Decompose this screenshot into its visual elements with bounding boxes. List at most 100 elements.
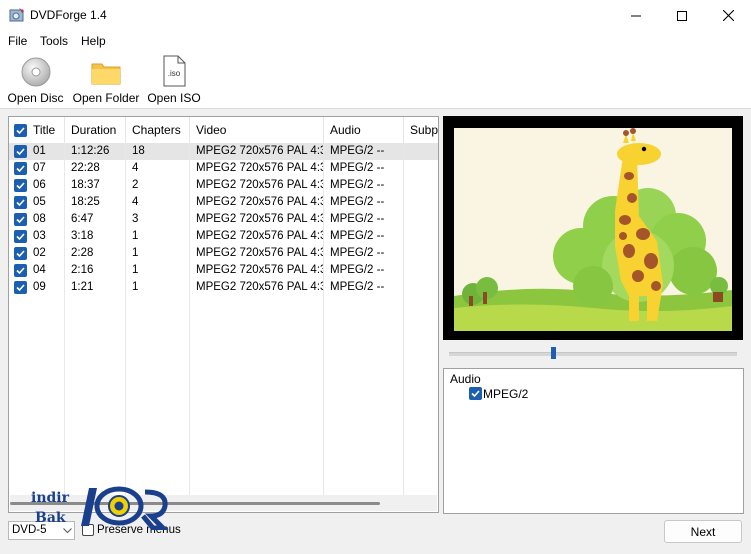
cell-duration: 3:18 — [71, 230, 94, 242]
cell-duration: 1:21 — [71, 281, 94, 293]
column-header-video[interactable]: Video — [190, 117, 324, 143]
row-checkbox[interactable] — [14, 281, 27, 294]
folder-icon — [91, 63, 121, 85]
seek-slider-track[interactable] — [449, 352, 737, 356]
column-separator — [64, 143, 65, 495]
menu-file[interactable]: File — [8, 34, 27, 48]
cell-chapters: 1 — [132, 281, 139, 293]
column-separator — [189, 143, 190, 495]
table-row[interactable]: 01 1:12:26 18 MPEG2 720x576 PAL 4:3 MPEG/2 -… — [9, 143, 438, 160]
cell-audio: MPEG/2 -- — [330, 213, 385, 225]
cell-chapters: 1 — [132, 230, 139, 242]
video-preview — [443, 116, 743, 340]
cell-duration: 2:16 — [71, 264, 94, 276]
cell-duration: 6:47 — [71, 213, 94, 225]
row-checkbox[interactable] — [14, 213, 27, 226]
cell-audio: MPEG/2 -- — [330, 264, 385, 276]
open-iso-button[interactable]: .iso Open ISO — [147, 51, 201, 108]
row-checkbox[interactable] — [14, 196, 27, 209]
column-separator — [323, 143, 324, 495]
menu-help[interactable]: Help — [81, 34, 106, 48]
disc-icon — [21, 57, 50, 87]
cell-title: 04 — [33, 264, 46, 276]
open-disc-label: Open Disc — [7, 91, 64, 105]
next-button-label: Next — [690, 524, 716, 539]
cell-chapters: 4 — [132, 162, 139, 174]
cell-audio: MPEG/2 -- — [330, 196, 385, 208]
cell-audio: MPEG/2 -- — [330, 281, 385, 293]
cell-chapters: 4 — [132, 196, 139, 208]
eye-logo-icon — [81, 486, 169, 530]
title-bar: DVDForge 1.4 — [0, 0, 751, 31]
row-checkbox[interactable] — [14, 162, 27, 175]
cell-duration: 2:28 — [71, 247, 94, 259]
cell-title: 05 — [33, 196, 46, 208]
audio-tracks-panel: Audio MPEG/2 — [443, 368, 744, 514]
maximize-button[interactable] — [659, 0, 705, 31]
audio-track-label[interactable]: MPEG/2 — [483, 387, 528, 401]
column-header-duration[interactable]: Duration — [65, 117, 126, 143]
iso-file-icon: .iso — [163, 55, 186, 87]
cell-video: MPEG2 720x576 PAL 4:3 — [196, 162, 324, 174]
svg-text:.iso: .iso — [168, 69, 181, 78]
cell-audio: MPEG/2 -- — [330, 179, 385, 191]
cell-audio: MPEG/2 -- — [330, 162, 385, 174]
column-header-chapters[interactable]: Chapters — [126, 117, 190, 143]
row-checkbox[interactable] — [14, 145, 27, 158]
cell-title: 08 — [33, 213, 46, 225]
seek-slider-thumb[interactable] — [550, 347, 556, 359]
cell-title: 01 — [33, 145, 46, 157]
row-checkbox[interactable] — [14, 179, 27, 192]
select-all-checkbox[interactable] — [14, 124, 27, 137]
open-folder-label: Open Folder — [72, 91, 140, 105]
cell-chapters: 2 — [132, 179, 139, 191]
giraffe-cartoon-frame — [454, 128, 732, 331]
cell-chapters: 18 — [132, 145, 145, 157]
table-row[interactable]: 09 1:21 1 MPEG2 720x576 PAL 4:3 MPEG/2 -- — [9, 279, 438, 296]
table-row[interactable]: 07 22:28 4 MPEG2 720x576 PAL 4:3 MPEG/2 -- — [9, 160, 438, 177]
row-checkbox[interactable] — [14, 247, 27, 260]
cell-duration: 1:12:26 — [71, 145, 110, 157]
column-header-audio[interactable]: Audio — [324, 117, 404, 143]
cell-audio: MPEG/2 -- — [330, 230, 385, 242]
table-row[interactable]: 04 2:16 1 MPEG2 720x576 PAL 4:3 MPEG/2 -- — [9, 262, 438, 279]
watermark-logo: indir Bak — [25, 484, 175, 530]
row-checkbox[interactable] — [14, 230, 27, 243]
cell-video: MPEG2 720x576 PAL 4:3 — [196, 281, 324, 293]
table-row[interactable]: 05 18:25 4 MPEG2 720x576 PAL 4:3 MPEG/2 -- — [9, 194, 438, 211]
cell-video: MPEG2 720x576 PAL 4:3 — [196, 247, 324, 259]
audio-heading: Audio — [450, 372, 481, 386]
table-row[interactable]: 02 2:28 1 MPEG2 720x576 PAL 4:3 MPEG/2 -- — [9, 245, 438, 262]
cell-chapters: 3 — [132, 213, 139, 225]
watermark-text-line2: Bak — [35, 510, 66, 526]
open-disc-button[interactable]: Open Disc — [7, 51, 64, 108]
cell-duration: 18:25 — [71, 196, 100, 208]
column-header-subpicture[interactable]: Subpi — [404, 117, 438, 143]
table-header: Title Duration Chapters Video Audio Subp… — [9, 117, 438, 143]
audio-track-checkbox[interactable] — [469, 387, 482, 400]
watermark-text-line1: indir — [31, 490, 69, 506]
next-button[interactable]: Next — [664, 520, 742, 543]
menu-bar: File Tools Help — [0, 31, 751, 51]
column-header-title[interactable]: Title — [27, 117, 65, 143]
cell-chapters: 1 — [132, 247, 139, 259]
open-folder-button[interactable]: Open Folder — [73, 51, 139, 108]
table-row[interactable]: 03 3:18 1 MPEG2 720x576 PAL 4:3 MPEG/2 -- — [9, 228, 438, 245]
cell-title: 06 — [33, 179, 46, 191]
table-row[interactable]: 08 6:47 3 MPEG2 720x576 PAL 4:3 MPEG/2 -- — [9, 211, 438, 228]
cell-duration: 18:37 — [71, 179, 100, 191]
close-button[interactable] — [705, 0, 751, 31]
cell-audio: MPEG/2 -- — [330, 247, 385, 259]
minimize-button[interactable] — [613, 0, 659, 31]
window-title: DVDForge 1.4 — [30, 8, 107, 22]
titles-table[interactable]: Title Duration Chapters Video Audio Subp… — [8, 116, 439, 513]
open-iso-label: Open ISO — [147, 91, 201, 105]
column-separator — [125, 143, 126, 495]
row-checkbox[interactable] — [14, 264, 27, 277]
cell-video: MPEG2 720x576 PAL 4:3 — [196, 264, 324, 276]
menu-tools[interactable]: Tools — [40, 34, 68, 48]
cell-video: MPEG2 720x576 PAL 4:3 — [196, 230, 324, 242]
column-separator — [403, 143, 404, 495]
table-row[interactable]: 06 18:37 2 MPEG2 720x576 PAL 4:3 MPEG/2 -- — [9, 177, 438, 194]
cell-title: 02 — [33, 247, 46, 259]
